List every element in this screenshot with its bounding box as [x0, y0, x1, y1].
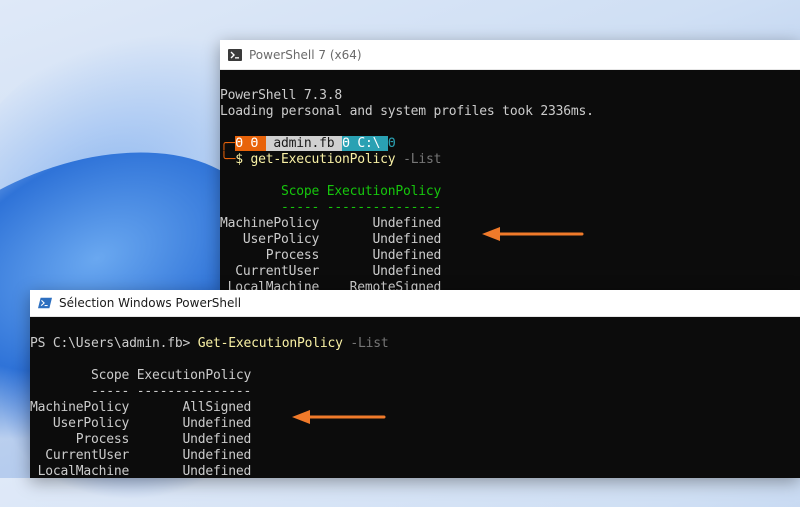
table-row: MachinePolicy AllSigned [30, 400, 252, 415]
prompt-segment-end: Θ [387, 136, 396, 151]
window-title: PowerShell 7 (x64) [249, 47, 362, 62]
command-text: get-ExecutionPolicy [250, 152, 396, 167]
prompt-glyph: ╭─ [220, 136, 236, 151]
command-text: Get-ExecutionPolicy [197, 336, 343, 351]
prompt-segment-os: Θ Θ [235, 136, 266, 151]
arrow-left-icon [292, 410, 386, 424]
command-line[interactable]: PS C:\Users\admin.fb> Get-ExecutionPolic… [30, 336, 800, 352]
command-param: -List [342, 336, 389, 351]
powershell7-window[interactable]: PowerShell 7 (x64) PowerShell 7.3.8 Loadi… [220, 40, 800, 295]
table-row: CurrentUser Undefined [30, 448, 252, 463]
prompt-segment-user: admin.fb [265, 136, 343, 151]
table-row: UserPolicy Undefined [30, 416, 252, 431]
prompt-glyph: ╰─ [220, 152, 236, 167]
prompt-text: PS C:\Users\admin.fb> [30, 336, 198, 351]
powershell-icon [38, 297, 52, 309]
table-header: Scope ExecutionPolicy [30, 368, 252, 383]
titlebar[interactable]: Sélection Windows PowerShell [30, 290, 800, 317]
banner-profiles: Loading personal and system profiles too… [220, 104, 594, 119]
command-line[interactable]: ╰─$ get-ExecutionPolicy -List [220, 152, 800, 168]
arrow-left-icon [482, 227, 584, 241]
windows-powershell-window[interactable]: Sélection Windows PowerShell PS C:\Users… [30, 290, 800, 479]
table-divider: ----- --------------- [220, 200, 442, 215]
prompt-segment-path: Θ C:\ [342, 136, 388, 151]
prompt-symbol: $ [235, 152, 251, 167]
banner-version: PowerShell 7.3.8 [220, 88, 343, 103]
window-title: Sélection Windows PowerShell [59, 296, 242, 310]
table-header: Scope ExecutionPolicy [220, 184, 442, 199]
prompt-line: ╭─Θ Θ admin.fb Θ C:\ Θ [220, 136, 800, 152]
table-row: Process Undefined [30, 432, 252, 447]
powershell-icon [228, 48, 242, 61]
table-row: Process Undefined [220, 248, 442, 263]
titlebar[interactable]: PowerShell 7 (x64) [220, 40, 800, 70]
table-row: CurrentUser Undefined [220, 264, 442, 279]
command-param: -List [395, 152, 442, 167]
table-divider: ----- --------------- [30, 384, 252, 399]
